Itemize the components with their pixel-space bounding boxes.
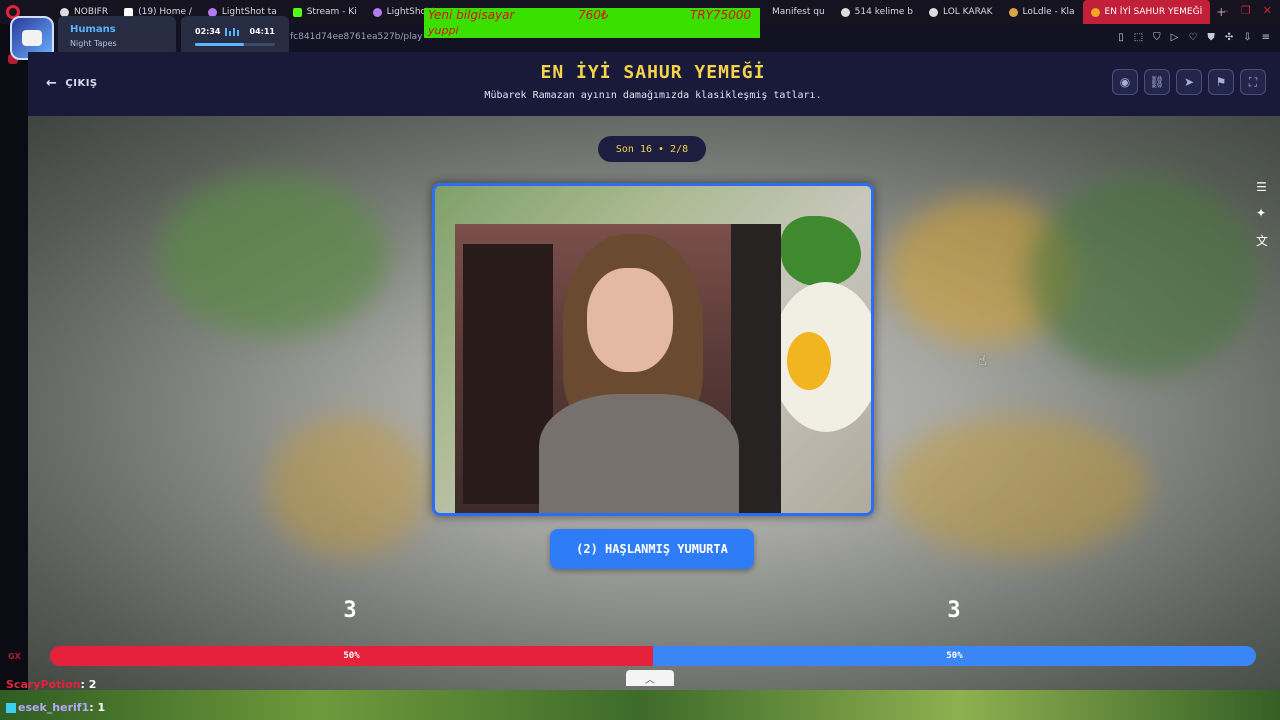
favicon-icon xyxy=(840,7,850,17)
chat-badge-icon xyxy=(6,703,16,713)
favicon-icon xyxy=(1090,7,1100,17)
vote-bar-left: 50% xyxy=(50,646,653,666)
screen: NOBIFR (19) Home / LightShot ta Stream -… xyxy=(0,0,1280,720)
now-playing-card: Humans Night Tapes xyxy=(58,16,176,56)
tab-loldle[interactable]: LoLdle - Kla xyxy=(1001,0,1083,24)
browser-sidebar: GX xyxy=(0,24,28,720)
kick-logo-icon xyxy=(292,7,302,17)
page-title: EN İYİ SAHUR YEMEĞİ xyxy=(540,62,766,83)
song-title: Humans xyxy=(70,24,116,35)
send-icon[interactable]: ➤ xyxy=(1176,69,1202,95)
chat-message: ScaryPotion: 2 xyxy=(6,678,96,691)
chat-username: ScaryPotion xyxy=(6,678,81,691)
donation-banner: Yeni bilgisayar 760₺ TRY75000 yuppi xyxy=(424,8,760,38)
tab-label: LOL KARAK xyxy=(943,7,993,17)
banner-line-2: yuppi xyxy=(428,24,459,37)
chevron-up-icon[interactable]: ︿ xyxy=(626,670,674,686)
chat-username: esek_herif1 xyxy=(18,701,90,714)
fullscreen-icon[interactable]: ⛶ xyxy=(1240,69,1266,95)
bg-leaf-left xyxy=(158,176,388,336)
song-artist: Night Tapes xyxy=(70,39,117,48)
play-icon[interactable]: ▷ xyxy=(1171,32,1179,43)
translate-icon[interactable]: 文 xyxy=(1256,232,1268,249)
restore-icon[interactable]: ❐ xyxy=(1241,4,1251,18)
tab-514-kelime[interactable]: 514 kelime b xyxy=(833,0,921,24)
loldle-icon xyxy=(1008,7,1018,17)
snapshot-icon[interactable]: ⬚ xyxy=(1134,32,1143,43)
shield-icon[interactable]: ⛉ xyxy=(1153,32,1161,43)
tab-lol-karakter[interactable]: LOL KARAK xyxy=(921,0,1001,24)
game-area: Son 16 • 2/8 (2) HAŞLANMIŞ YUMURTA 3 3 5… xyxy=(28,116,1280,690)
hand-cursor-icon: ☝ xyxy=(978,353,987,369)
song-total-time: 04:11 xyxy=(249,27,275,36)
window-controls: ⌕ – ❐ ✕ xyxy=(1205,4,1272,18)
favicon-icon xyxy=(929,7,939,17)
tab-label: Manifest qu xyxy=(771,7,825,17)
chat-message: esek_herif1: 1 xyxy=(6,701,105,714)
choice-image-card[interactable] xyxy=(432,183,874,516)
share-link-icon[interactable]: ⛓ xyxy=(1144,69,1170,95)
sparkle-icon[interactable]: ✦ xyxy=(1256,206,1268,220)
choice-label-button[interactable]: (2) HAŞLANMIŞ YUMURTA xyxy=(550,529,754,569)
url-field[interactable]: fc841d74ee8761ea527b/play xyxy=(290,32,422,42)
bookmark-icon[interactable]: ▯ xyxy=(1118,32,1124,43)
tab-label: Stream - Ki xyxy=(306,7,357,17)
page-subtitle: Mübarek Ramazan ayının damağımızda klasi… xyxy=(484,90,822,101)
tab-kick-stream[interactable]: Stream - Ki xyxy=(285,0,365,24)
minimize-icon[interactable]: – xyxy=(1223,4,1229,18)
lettuce-leaf xyxy=(781,216,861,286)
side-tools: ☰ ✦ 文 xyxy=(1256,180,1268,249)
flag-icon[interactable]: ⚑ xyxy=(1208,69,1234,95)
gx-corner-icon[interactable]: GX xyxy=(8,652,21,661)
bg-leaf-right xyxy=(1028,176,1258,376)
close-icon[interactable]: ✕ xyxy=(1263,4,1272,18)
feather-icon xyxy=(372,7,382,17)
list-icon[interactable]: ☰ xyxy=(1256,180,1268,194)
round-indicator: Son 16 • 2/8 xyxy=(598,136,706,162)
menu-icon[interactable]: ≡ xyxy=(1262,32,1270,43)
adblock-icon[interactable]: ⛊ xyxy=(1207,32,1215,43)
address-bar-actions: ▯ ⬚ ⛉ ▷ ♡ ⛊ ✣ ⇩ ≡ xyxy=(1118,32,1270,43)
song-current-time: 02:34 xyxy=(195,27,221,36)
vote-bar-right: 50% xyxy=(653,646,1256,666)
bg-yolk-left xyxy=(268,416,428,556)
webcam-person-face xyxy=(587,268,673,372)
chat-text: : 2 xyxy=(80,678,97,691)
bg-yolk-bottom xyxy=(888,416,1148,556)
chat-text: : 1 xyxy=(89,701,106,714)
webcam-overlay xyxy=(455,224,781,513)
egg-yolk xyxy=(787,332,831,390)
song-progress-track xyxy=(195,43,275,46)
eye-icon[interactable]: ◉ xyxy=(1112,69,1138,95)
heart-icon[interactable]: ♡ xyxy=(1188,32,1197,43)
tab-label: LoLdle - Kla xyxy=(1022,7,1075,17)
banner-goal-text: Yeni bilgisayar xyxy=(428,8,515,22)
song-progress-fill xyxy=(195,43,244,46)
score-left: 3 xyxy=(343,598,357,623)
webcam-person-body xyxy=(539,394,739,513)
extensions-icon[interactable]: ✣ xyxy=(1225,32,1233,43)
tab-label: EN İYİ SAHUR YEMEĞİ xyxy=(1104,7,1203,17)
bottom-game-strip xyxy=(0,690,1280,720)
download-icon[interactable]: ⇩ xyxy=(1243,32,1251,43)
equalizer-icon xyxy=(225,28,245,36)
search-icon[interactable]: ⌕ xyxy=(1205,4,1211,18)
vote-bar: 50% 50% xyxy=(50,646,1256,666)
banner-current-amount: 760₺ xyxy=(578,8,609,22)
score-right: 3 xyxy=(947,598,961,623)
tab-label: 514 kelime b xyxy=(854,7,914,17)
banner-target-amount: TRY75000 xyxy=(690,8,752,22)
page-header: ← ÇIKIŞ EN İYİ SAHUR YEMEĞİ Mübarek Rama… xyxy=(28,52,1280,116)
tab-manifest[interactable]: Manifest qu xyxy=(764,0,833,24)
tab-sahur-active[interactable]: EN İYİ SAHUR YEMEĞİ xyxy=(1082,0,1211,24)
song-progress-card: 02:34 04:11 xyxy=(181,16,289,56)
header-actions: ◉ ⛓ ➤ ⚑ ⛶ xyxy=(1112,69,1266,95)
